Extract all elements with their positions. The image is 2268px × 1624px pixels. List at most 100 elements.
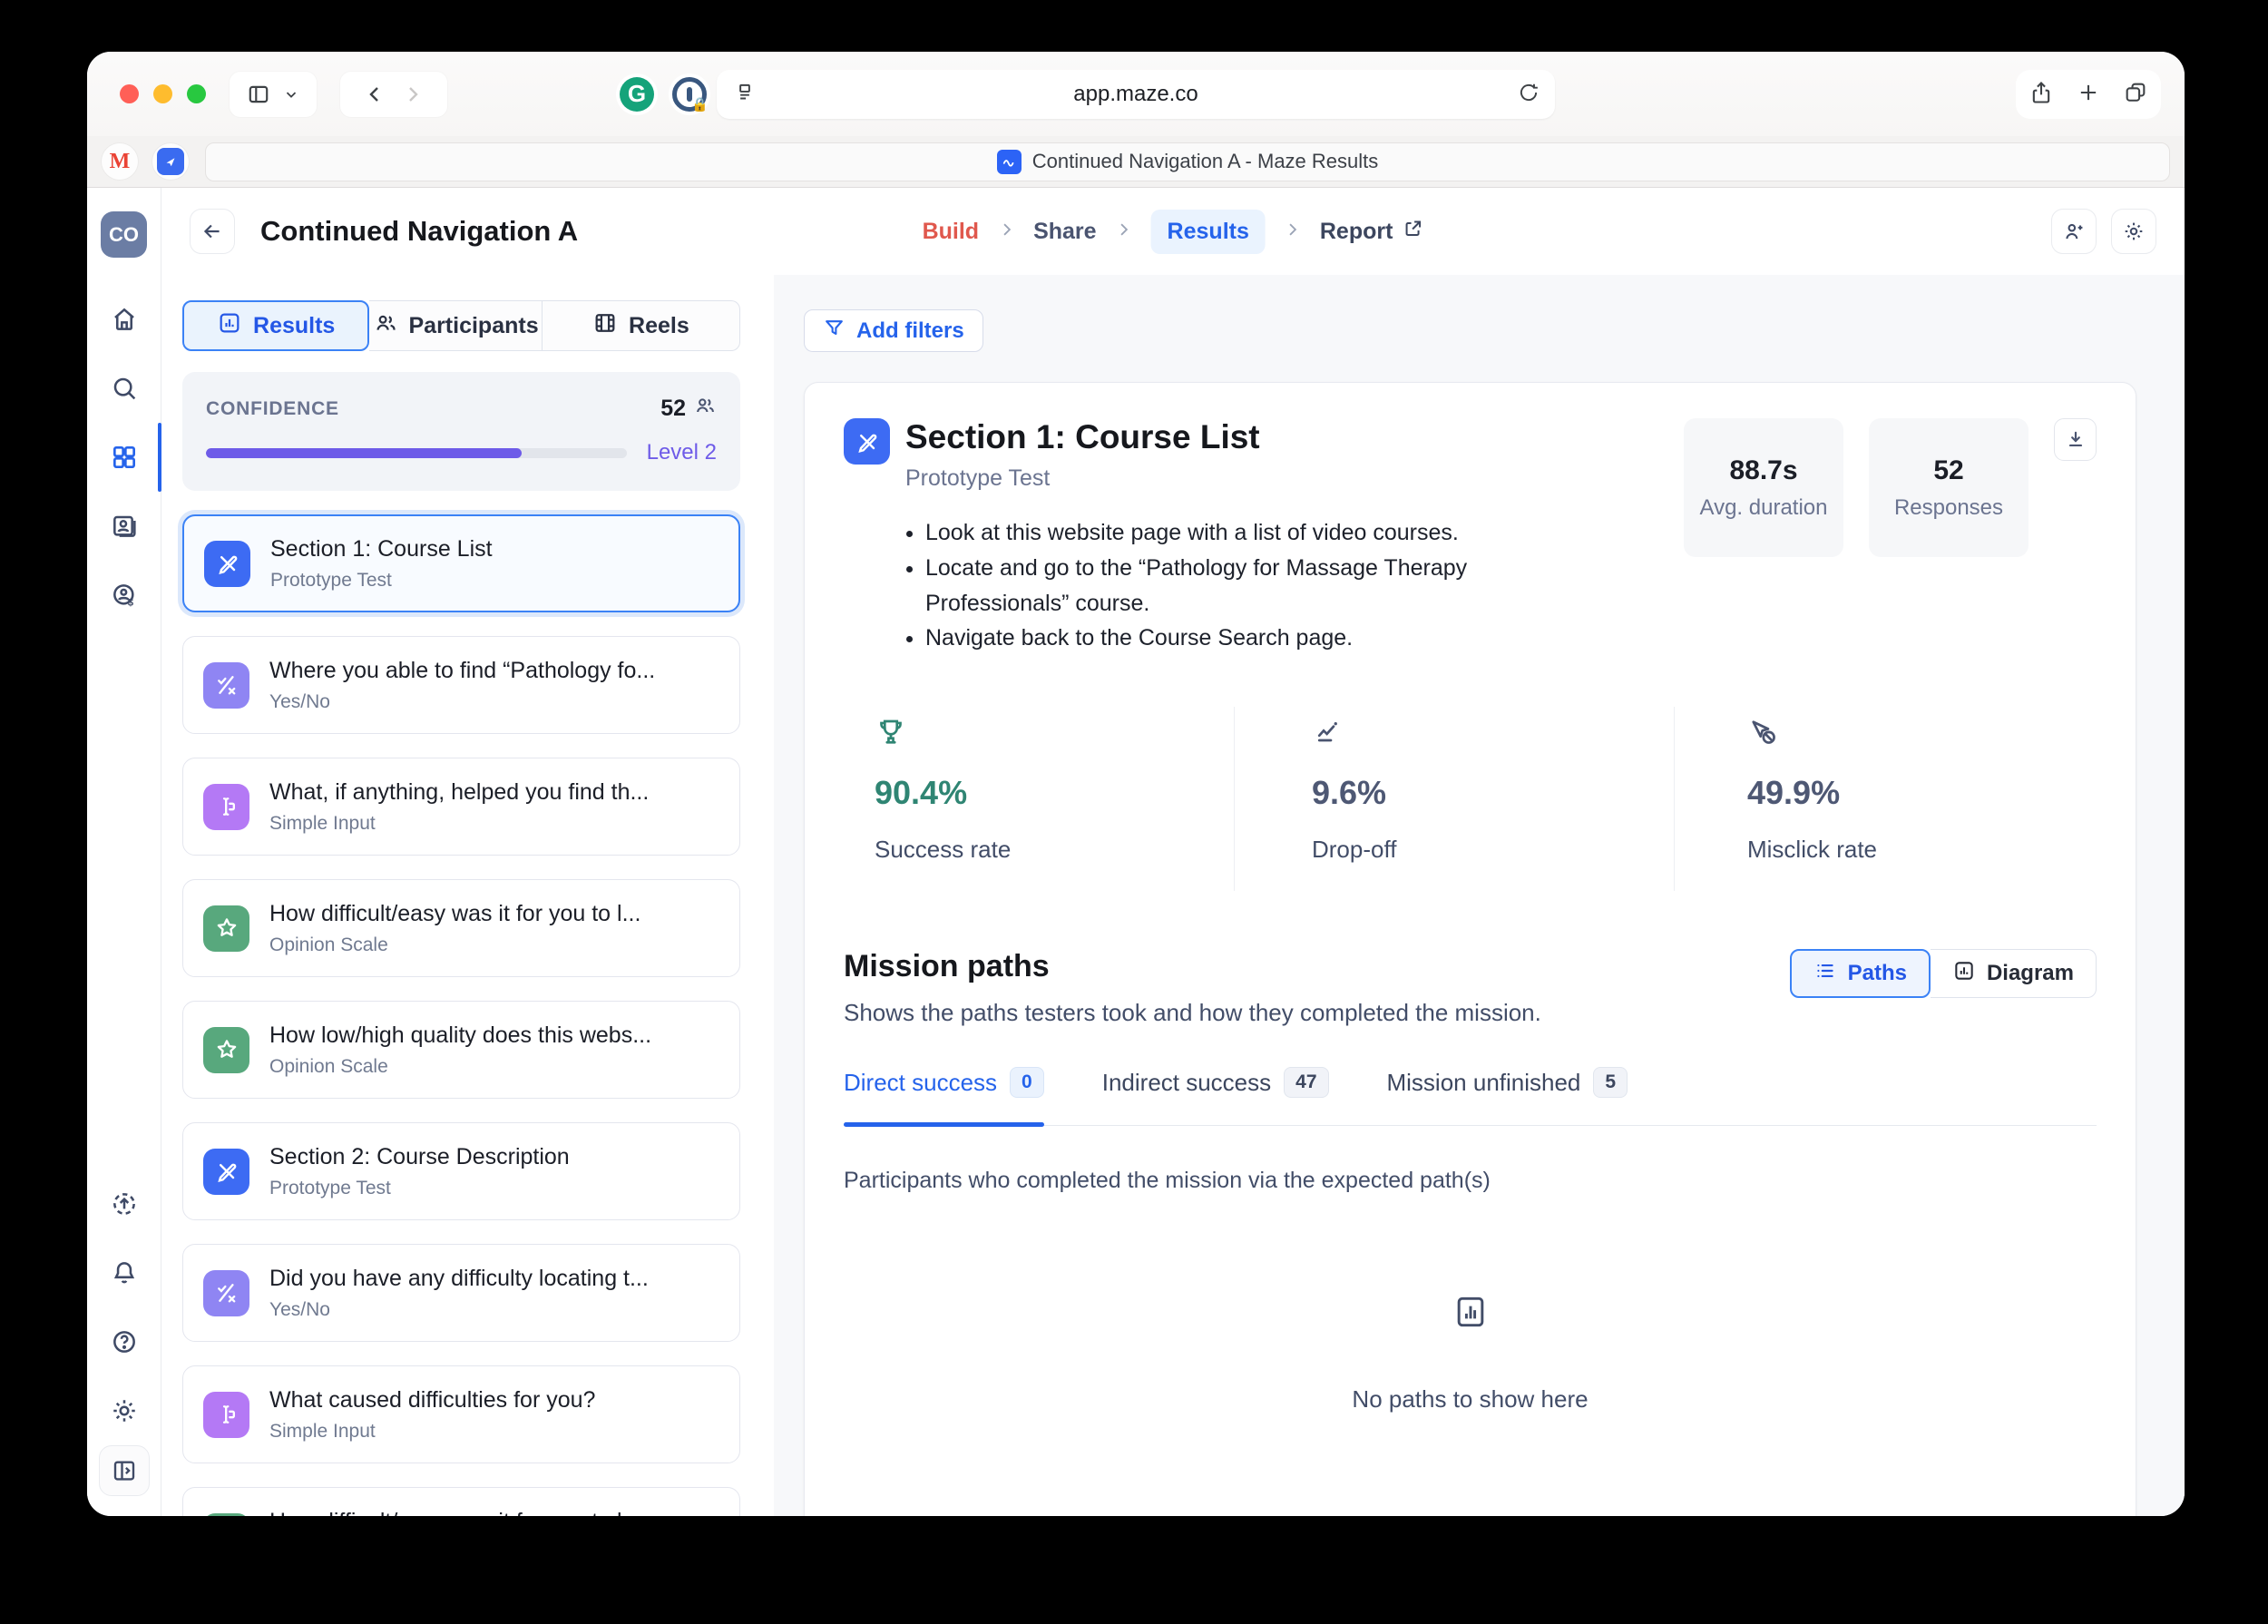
invite-user-button[interactable] [2051,209,2097,254]
projects-grid-icon[interactable] [87,423,161,492]
chevron-down-icon [283,86,299,103]
block-type: Simple Input [269,813,649,835]
diagram-view-button[interactable]: Diagram [1931,949,2097,998]
tab-count-badge: 47 [1284,1067,1328,1098]
paths-view-label: Paths [1848,961,1907,986]
zoom-window-button[interactable] [187,84,206,103]
grammarly-extension-icon[interactable]: G [616,73,658,115]
share-icon[interactable] [2028,80,2054,110]
address-bar[interactable]: app.maze.co [717,70,1555,119]
new-tab-icon[interactable] [2076,80,2101,110]
sidebar-tabs: Results Participants Reels [182,300,740,351]
notifications-bell-icon[interactable] [87,1238,161,1307]
tab-results[interactable]: Results [182,300,369,351]
forward-icon[interactable] [402,83,424,105]
opinion-scale-icon [203,1027,249,1073]
block-item[interactable]: What caused difficulties for you?Simple … [182,1365,740,1463]
paths-view-button[interactable]: Paths [1790,949,1931,998]
reader-view-icon[interactable] [733,81,757,109]
home-icon[interactable] [87,285,161,354]
block-item[interactable]: How low/high quality does this webs...Op… [182,1001,740,1099]
settings-gear-icon[interactable] [87,1376,161,1445]
collapse-panel-button[interactable] [99,1445,150,1496]
chevron-right-icon [1115,219,1133,245]
breadcrumb-share[interactable]: Share [1033,219,1096,245]
tab-label: Mission unfinished [1387,1069,1581,1097]
workspace-avatar[interactable]: CO [101,211,147,258]
drop-off-metric: 9.6% Drop-off [1235,707,1675,891]
block-item[interactable]: Did you have any difficulty locating t..… [182,1244,740,1342]
mission-step: Look at this website page with a list of… [925,515,1557,551]
active-tab[interactable]: Continued Navigation A - Maze Results [205,142,2170,181]
project-settings-button[interactable] [2111,209,2156,254]
tab-reels[interactable]: Reels [543,300,740,351]
pinned-tab-gmail[interactable]: M [102,143,138,180]
search-icon[interactable] [87,354,161,423]
metric-label: Success rate [875,836,1234,864]
tab-label: Indirect success [1102,1069,1271,1097]
stat-label: Avg. duration [1700,495,1828,521]
block-title: Did you have any difficulty locating t..… [269,1266,649,1292]
app-header: Continued Navigation A Build Share Resul… [161,188,2185,275]
bar-chart-icon [1451,1292,1491,1336]
close-window-button[interactable] [120,84,139,103]
external-link-icon [1402,218,1423,246]
block-item-section-1[interactable]: Section 1: Course ListPrototype Test [182,514,740,612]
nav-buttons [340,72,447,117]
tab-results-label: Results [253,313,335,339]
bar-chart-icon [1952,959,1976,989]
pinned-tab-app[interactable] [152,143,189,180]
tab-direct-success[interactable]: Direct success 0 [844,1067,1044,1125]
tab-indirect-success[interactable]: Indirect success 47 [1102,1067,1329,1125]
metric-value: 49.9% [1747,774,2097,812]
block-type: Opinion Scale [269,1056,651,1078]
browser-toolbar: G 🔒 app.maze.co [87,52,2185,136]
prototype-test-icon [844,418,890,465]
participant-count: 52 [660,396,686,422]
download-button[interactable] [2054,418,2097,461]
block-item[interactable]: Where you able to find “Pathology fo...Y… [182,636,740,734]
breadcrumb-build[interactable]: Build [923,219,980,245]
help-icon[interactable] [87,1307,161,1376]
block-item[interactable]: How difficult/easy was it for you to l..… [182,1487,740,1516]
block-title: Section 1: Course List [270,536,493,563]
add-filters-button[interactable]: Add filters [804,309,983,352]
mission-steps: Look at this website page with a list of… [904,515,1557,656]
mission-path-tabs: Direct success 0 Indirect success 47 Mis… [844,1067,2097,1126]
updates-icon[interactable] [87,1169,161,1238]
url-text: app.maze.co [717,82,1555,107]
report-label: Report [1320,219,1393,245]
password-extension-icon[interactable]: 🔒 [669,73,710,115]
sidebar-toggle-button[interactable] [230,72,317,117]
mission-step: Navigate back to the Course Search page. [925,621,1557,656]
block-title: How difficult/easy was it for you to l..… [269,1509,640,1517]
block-item[interactable]: What, if anything, helped you find th...… [182,758,740,856]
block-item-section-2[interactable]: Section 2: Course DescriptionPrototype T… [182,1122,740,1220]
breadcrumb-report[interactable]: Report [1320,218,1424,246]
tab-participants[interactable]: Participants [369,300,542,351]
tab-reels-label: Reels [629,313,689,339]
maze-favicon [997,150,1022,174]
breadcrumb-results[interactable]: Results [1151,210,1266,254]
block-type: Simple Input [269,1421,595,1443]
back-button[interactable] [190,209,235,254]
header-actions [2051,209,2156,254]
block-item[interactable]: How difficult/easy was it for you to l..… [182,879,740,977]
back-icon[interactable] [364,83,386,105]
stat-value: 52 [1933,455,1963,486]
section-title: Section 1: Course List [905,418,1260,456]
tab-mission-unfinished[interactable]: Mission unfinished 5 [1387,1067,1628,1125]
contacts-icon[interactable] [87,492,161,561]
earn-money-icon[interactable]: $ [87,561,161,630]
refresh-icon[interactable] [1517,81,1540,109]
page-title: Continued Navigation A [260,215,578,248]
confidence-count: 52 [660,394,717,424]
view-toggle: Paths Diagram [1790,949,2097,998]
minimize-window-button[interactable] [153,84,172,103]
film-icon [592,310,618,342]
toolbar-right-buttons [2016,70,2161,119]
trophy-icon [875,716,1234,752]
prototype-test-icon [203,1149,249,1195]
tab-overview-icon[interactable] [2123,80,2148,110]
results-sidebar: Results Participants Reels [161,275,774,1516]
